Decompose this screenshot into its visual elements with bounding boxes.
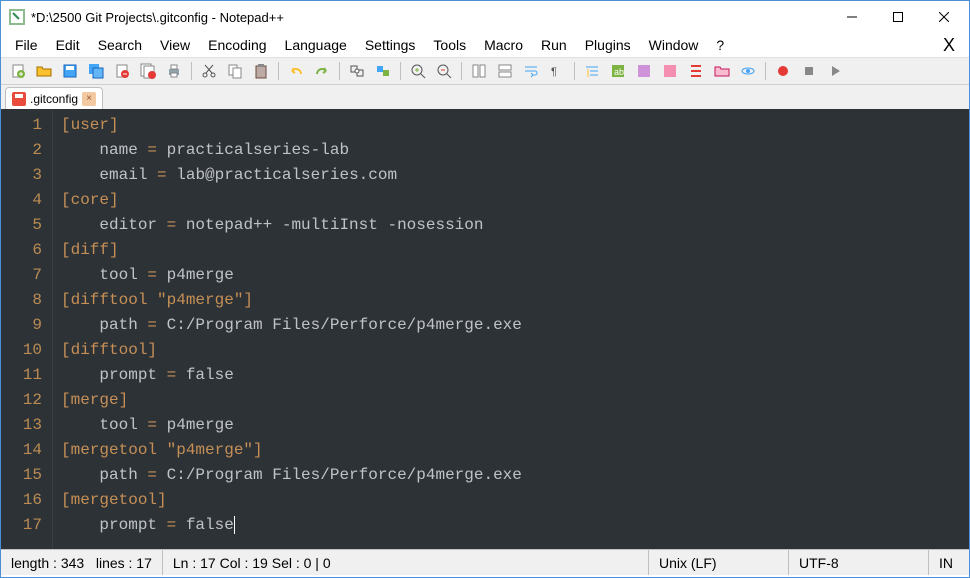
- text-caret: [234, 516, 235, 534]
- line-number: 11: [5, 363, 42, 388]
- open-file-icon[interactable]: [33, 60, 55, 82]
- status-eol[interactable]: Unix (LF): [649, 550, 789, 575]
- print-icon[interactable]: [163, 60, 185, 82]
- cut-icon[interactable]: [198, 60, 220, 82]
- window-controls: [829, 1, 967, 33]
- line-number: 2: [5, 138, 42, 163]
- line-number: 14: [5, 438, 42, 463]
- minimize-button[interactable]: [829, 1, 875, 33]
- window-titlebar: *D:\2500 Git Projects\.gitconfig - Notep…: [1, 1, 969, 33]
- menu-window[interactable]: Window: [641, 35, 707, 55]
- code-content[interactable]: [user] name = practicalseries-lab email …: [53, 109, 969, 549]
- wrap-icon[interactable]: [520, 60, 542, 82]
- copy-icon[interactable]: [224, 60, 246, 82]
- redo-icon[interactable]: [311, 60, 333, 82]
- new-file-icon[interactable]: [7, 60, 29, 82]
- svg-text:ab: ab: [614, 67, 624, 77]
- editor-area[interactable]: 1 2 3 4 5 6 7 8 9 10 11 12 13 14 15 16 1…: [1, 109, 969, 549]
- doc-map2-icon[interactable]: [659, 60, 681, 82]
- record-icon[interactable]: [772, 60, 794, 82]
- status-mode[interactable]: IN: [929, 550, 969, 575]
- line-number: 16: [5, 488, 42, 513]
- tab-label: .gitconfig: [30, 92, 78, 106]
- undo-icon[interactable]: [285, 60, 307, 82]
- toolbar-separator: [339, 62, 340, 80]
- line-number: 1: [5, 113, 42, 138]
- play-icon[interactable]: [824, 60, 846, 82]
- menu-settings[interactable]: Settings: [357, 35, 424, 55]
- save-icon[interactable]: [59, 60, 81, 82]
- menu-plugins[interactable]: Plugins: [577, 35, 639, 55]
- status-position: Ln : 17 Col : 19 Sel : 0 | 0: [163, 550, 649, 575]
- menu-search[interactable]: Search: [90, 35, 150, 55]
- menu-run[interactable]: Run: [533, 35, 575, 55]
- line-number: 12: [5, 388, 42, 413]
- menu-view[interactable]: View: [152, 35, 198, 55]
- line-number: 7: [5, 263, 42, 288]
- menu-language[interactable]: Language: [277, 35, 355, 55]
- indent-guide-icon[interactable]: [581, 60, 603, 82]
- stop-icon[interactable]: [798, 60, 820, 82]
- line-number: 10: [5, 338, 42, 363]
- zoom-out-icon[interactable]: [433, 60, 455, 82]
- menu-encoding[interactable]: Encoding: [200, 35, 274, 55]
- line-number: 15: [5, 463, 42, 488]
- window-title: *D:\2500 Git Projects\.gitconfig - Notep…: [31, 10, 829, 25]
- tab-strip: .gitconfig ×: [1, 85, 969, 109]
- close-button[interactable]: [921, 1, 967, 33]
- line-number: 13: [5, 413, 42, 438]
- menu-bar: File Edit Search View Encoding Language …: [1, 33, 969, 57]
- status-encoding[interactable]: UTF-8: [789, 550, 929, 575]
- menu-tools[interactable]: Tools: [425, 35, 474, 55]
- lang-icon[interactable]: ab: [607, 60, 629, 82]
- status-length: length : 343 lines : 17: [1, 550, 163, 575]
- toolbar-separator: [400, 62, 401, 80]
- toolbar: ¶ ab: [1, 57, 969, 85]
- menu-edit[interactable]: Edit: [48, 35, 88, 55]
- doc-map-icon[interactable]: [633, 60, 655, 82]
- code-text: [user]: [61, 116, 119, 134]
- toolbar-separator: [191, 62, 192, 80]
- all-chars-icon[interactable]: ¶: [546, 60, 568, 82]
- toolbar-separator: [278, 62, 279, 80]
- replace-icon[interactable]: [372, 60, 394, 82]
- toolbar-separator: [461, 62, 462, 80]
- svg-text:¶: ¶: [551, 66, 557, 78]
- tab-gitconfig[interactable]: .gitconfig ×: [5, 87, 103, 109]
- line-number: 3: [5, 163, 42, 188]
- line-number: 5: [5, 213, 42, 238]
- line-number: 4: [5, 188, 42, 213]
- zoom-in-icon[interactable]: [407, 60, 429, 82]
- toolbar-separator: [574, 62, 575, 80]
- sync-v-icon[interactable]: [468, 60, 490, 82]
- menu-help[interactable]: ?: [708, 35, 732, 55]
- line-number: 8: [5, 288, 42, 313]
- find-icon[interactable]: [346, 60, 368, 82]
- sync-h-icon[interactable]: [494, 60, 516, 82]
- func-list-icon[interactable]: [685, 60, 707, 82]
- status-bar: length : 343 lines : 17 Ln : 17 Col : 19…: [1, 549, 969, 575]
- line-number-gutter: 1 2 3 4 5 6 7 8 9 10 11 12 13 14 15 16 1…: [1, 109, 53, 549]
- app-icon: [9, 9, 25, 25]
- close-all-icon[interactable]: [137, 60, 159, 82]
- close-file-icon[interactable]: [111, 60, 133, 82]
- line-number: 6: [5, 238, 42, 263]
- unsaved-icon: [12, 92, 26, 106]
- tab-close-icon[interactable]: ×: [82, 92, 96, 106]
- menu-file[interactable]: File: [7, 35, 46, 55]
- folder-icon[interactable]: [711, 60, 733, 82]
- maximize-button[interactable]: [875, 1, 921, 33]
- toolbar-separator: [765, 62, 766, 80]
- line-number: 17: [5, 513, 42, 538]
- monitor-icon[interactable]: [737, 60, 759, 82]
- line-number: 9: [5, 313, 42, 338]
- menu-close-x[interactable]: X: [935, 35, 963, 56]
- save-all-icon[interactable]: [85, 60, 107, 82]
- menu-macro[interactable]: Macro: [476, 35, 531, 55]
- paste-icon[interactable]: [250, 60, 272, 82]
